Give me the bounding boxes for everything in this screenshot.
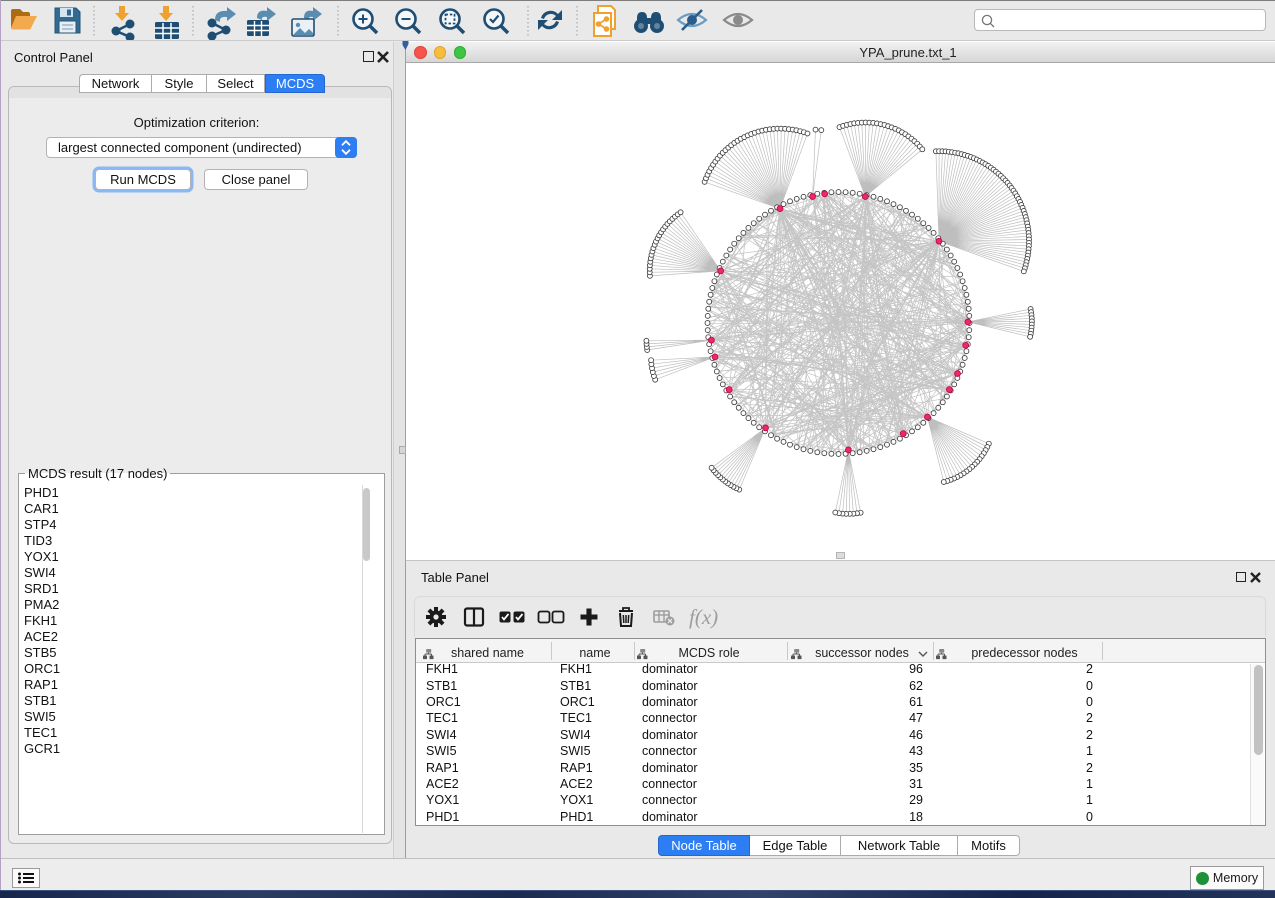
svg-text:f(x): f(x) [689, 605, 718, 629]
